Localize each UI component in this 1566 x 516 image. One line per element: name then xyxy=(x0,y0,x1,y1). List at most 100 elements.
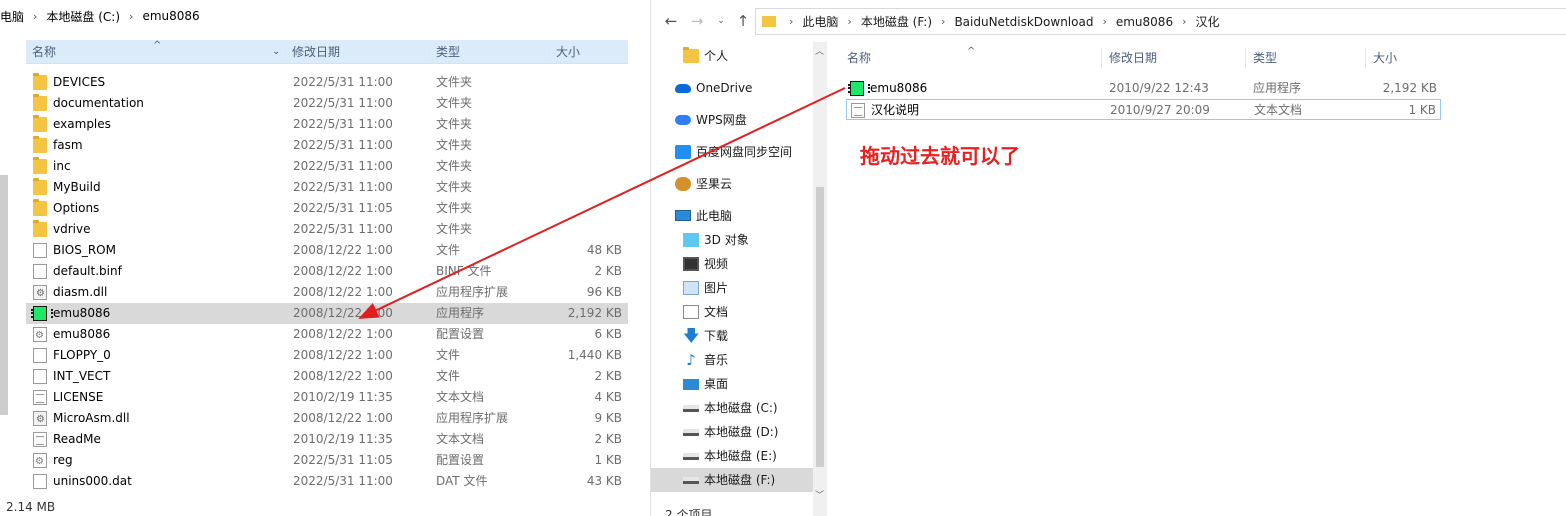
nav-item[interactable]: 个人 xyxy=(651,44,813,68)
column-size-header[interactable]: 大小 xyxy=(556,40,580,64)
column-date-header[interactable]: 修改日期 xyxy=(1109,46,1157,70)
file-size: 1,440 KB xyxy=(567,348,622,362)
file-row[interactable]: vdrive 2022/5/31 11:00 文件夹 xyxy=(26,219,628,240)
column-type-header[interactable]: 类型 xyxy=(1253,46,1277,70)
scroll-up-icon[interactable]: ︿ xyxy=(815,44,824,57)
file-size: 48 KB xyxy=(586,243,622,257)
breadcrumb-item[interactable]: 电脑 xyxy=(0,8,24,25)
file-icon xyxy=(33,264,47,279)
exe-icon xyxy=(848,81,870,96)
nav-item[interactable]: 桌面 xyxy=(651,372,813,396)
config-icon xyxy=(33,325,47,346)
recent-chevron-icon[interactable]: ⌄ xyxy=(713,10,729,32)
file-date: 2022/5/31 11:05 xyxy=(293,453,393,467)
nav-item[interactable]: 图片 xyxy=(651,276,813,300)
file-size: 2 KB xyxy=(594,369,622,383)
file-row[interactable]: diasm.dll 2008/12/22 1:00 应用程序扩展 96 KB xyxy=(26,282,628,304)
column-date-header[interactable]: 修改日期 xyxy=(292,40,340,64)
column-divider[interactable] xyxy=(429,42,430,62)
file-row[interactable]: DEVICES 2022/5/31 11:00 文件夹 xyxy=(26,72,628,93)
folder-icon xyxy=(33,73,47,90)
file-row[interactable]: ReadMe 2010/2/19 11:35 文本文档 2 KB xyxy=(26,429,628,450)
breadcrumb-item[interactable]: emu8086 xyxy=(142,9,199,23)
breadcrumb-item[interactable]: 本地磁盘 (C:) xyxy=(46,8,120,25)
nav-item[interactable]: 本地磁盘 (C:) xyxy=(651,396,813,420)
breadcrumb-item[interactable]: BaiduNetdiskDownload xyxy=(954,15,1093,29)
file-type: 文件夹 xyxy=(436,138,473,152)
file-size: 96 KB xyxy=(586,285,622,299)
chevron-right-icon: › xyxy=(1182,15,1187,28)
file-type: 应用程序 xyxy=(1253,81,1302,95)
back-arrow-icon[interactable]: ← xyxy=(663,10,679,32)
left-scrollbar-thumb[interactable] xyxy=(0,175,8,415)
nav-item[interactable]: 坚果云 xyxy=(651,172,813,196)
file-size: 1 KB xyxy=(1408,103,1436,117)
breadcrumb-item[interactable]: 此电脑 xyxy=(802,13,838,30)
breadcrumb-item[interactable]: 本地磁盘 (F:) xyxy=(861,13,932,30)
column-divider[interactable] xyxy=(1365,48,1366,68)
nav-item[interactable]: 本地磁盘 (E:) xyxy=(651,444,813,468)
nav-item[interactable]: OneDrive xyxy=(651,76,813,100)
file-row[interactable]: MicroAsm.dll 2008/12/22 1:00 应用程序扩展 9 KB xyxy=(26,408,628,430)
breadcrumb-item[interactable]: emu8086 xyxy=(1116,15,1173,29)
nav-item[interactable]: 视频 xyxy=(651,252,813,276)
file-row[interactable]: MyBuild 2022/5/31 11:00 文件夹 xyxy=(26,177,628,198)
file-row[interactable]: BIOS_ROM 2008/12/22 1:00 文件 48 KB xyxy=(26,240,628,261)
column-name-header[interactable]: 名称 xyxy=(847,46,871,70)
file-name: Options xyxy=(53,201,100,215)
nav-item-label: 本地磁盘 (E:) xyxy=(704,449,777,463)
file-name: reg xyxy=(53,453,73,467)
file-icon xyxy=(33,474,47,489)
video-icon xyxy=(683,257,699,271)
file-row[interactable]: INT_VECT 2008/12/22 1:00 文件 2 KB xyxy=(26,366,628,387)
breadcrumb-item[interactable]: 汉化 xyxy=(1195,13,1219,30)
file-row[interactable]: inc 2022/5/31 11:00 文件夹 xyxy=(26,156,628,177)
chevron-right-icon: › xyxy=(1102,15,1107,28)
file-row[interactable]: emu8086 2008/12/22 1:00 应用程序 2,192 KB xyxy=(26,303,628,324)
right-nav-bar: ← → ⌄ ↑ › 此电脑 › 本地磁盘 (F:) › BaiduNetdisk… xyxy=(651,0,1566,42)
nav-item[interactable]: 本地磁盘 (F:) xyxy=(651,468,813,492)
file-row[interactable]: FLOPPY_0 2008/12/22 1:00 文件 1,440 KB xyxy=(26,345,628,366)
nav-item[interactable]: 文档 xyxy=(651,300,813,324)
file-type: 应用程序扩展 xyxy=(436,411,509,425)
file-row[interactable]: emu8086 2008/12/22 1:00 配置设置 6 KB xyxy=(26,324,628,346)
file-row[interactable]: LICENSE 2010/2/19 11:35 文本文档 4 KB xyxy=(26,387,628,408)
up-arrow-icon[interactable]: ↑ xyxy=(735,10,751,32)
file-row[interactable]: Options 2022/5/31 11:05 文件夹 xyxy=(26,198,628,219)
file-date: 2022/5/31 11:00 xyxy=(293,180,393,194)
file-row[interactable]: 汉化说明 2010/9/27 20:09 文本文档 1 KB xyxy=(846,99,1441,120)
nav-item-label: 坚果云 xyxy=(696,177,733,191)
scroll-down-icon[interactable]: ﹀ xyxy=(815,488,824,501)
nav-item[interactable]: 此电脑 xyxy=(651,204,813,228)
chevron-down-icon[interactable]: ⌄ xyxy=(272,40,280,64)
column-divider[interactable] xyxy=(1245,48,1246,68)
text-file-icon xyxy=(33,390,47,405)
file-date: 2022/5/31 11:00 xyxy=(293,159,393,173)
column-type-header[interactable]: 类型 xyxy=(436,40,460,64)
forward-arrow-icon[interactable]: → xyxy=(689,10,705,32)
nav-item[interactable]: 本地磁盘 (D:) xyxy=(651,420,813,444)
nav-item[interactable]: WPS网盘 xyxy=(651,108,813,132)
nav-scrollbar-thumb[interactable] xyxy=(816,187,824,467)
nav-item[interactable]: 百度网盘同步空间 xyxy=(651,140,813,164)
file-row[interactable]: documentation 2022/5/31 11:00 文件夹 xyxy=(26,93,628,114)
column-divider[interactable] xyxy=(549,42,550,62)
column-name-header[interactable]: 名称 xyxy=(32,40,56,64)
nav-item[interactable]: ♪ 音乐 xyxy=(651,348,813,372)
file-row[interactable]: unins000.dat 2022/5/31 11:00 DAT 文件 43 KB xyxy=(26,471,628,492)
left-breadcrumb[interactable]: 电脑 › 本地磁盘 (C:) › emu8086 xyxy=(0,0,648,32)
nav-item-label: 视频 xyxy=(704,257,729,271)
file-row[interactable]: examples 2022/5/31 11:00 文件夹 xyxy=(26,114,628,135)
column-divider[interactable] xyxy=(285,42,286,62)
nav-item[interactable]: 🡇 下载 xyxy=(651,324,813,348)
nav-item[interactable]: 3D 对象 xyxy=(651,228,813,252)
file-row[interactable]: fasm 2022/5/31 11:00 文件夹 xyxy=(26,135,628,156)
this-pc-icon xyxy=(675,210,691,221)
chevron-right-icon: › xyxy=(129,9,134,23)
file-row[interactable]: emu8086 2010/9/22 12:43 应用程序 2,192 KB xyxy=(846,78,1441,99)
file-row[interactable]: default.binf 2008/12/22 1:00 BINF 文件 2 KB xyxy=(26,261,628,282)
file-row[interactable]: reg 2022/5/31 11:05 配置设置 1 KB xyxy=(26,450,628,472)
column-size-header[interactable]: 大小 xyxy=(1373,46,1397,70)
right-address-bar[interactable]: › 此电脑 › 本地磁盘 (F:) › BaiduNetdiskDownload… xyxy=(755,8,1566,35)
column-divider[interactable] xyxy=(1101,48,1102,68)
